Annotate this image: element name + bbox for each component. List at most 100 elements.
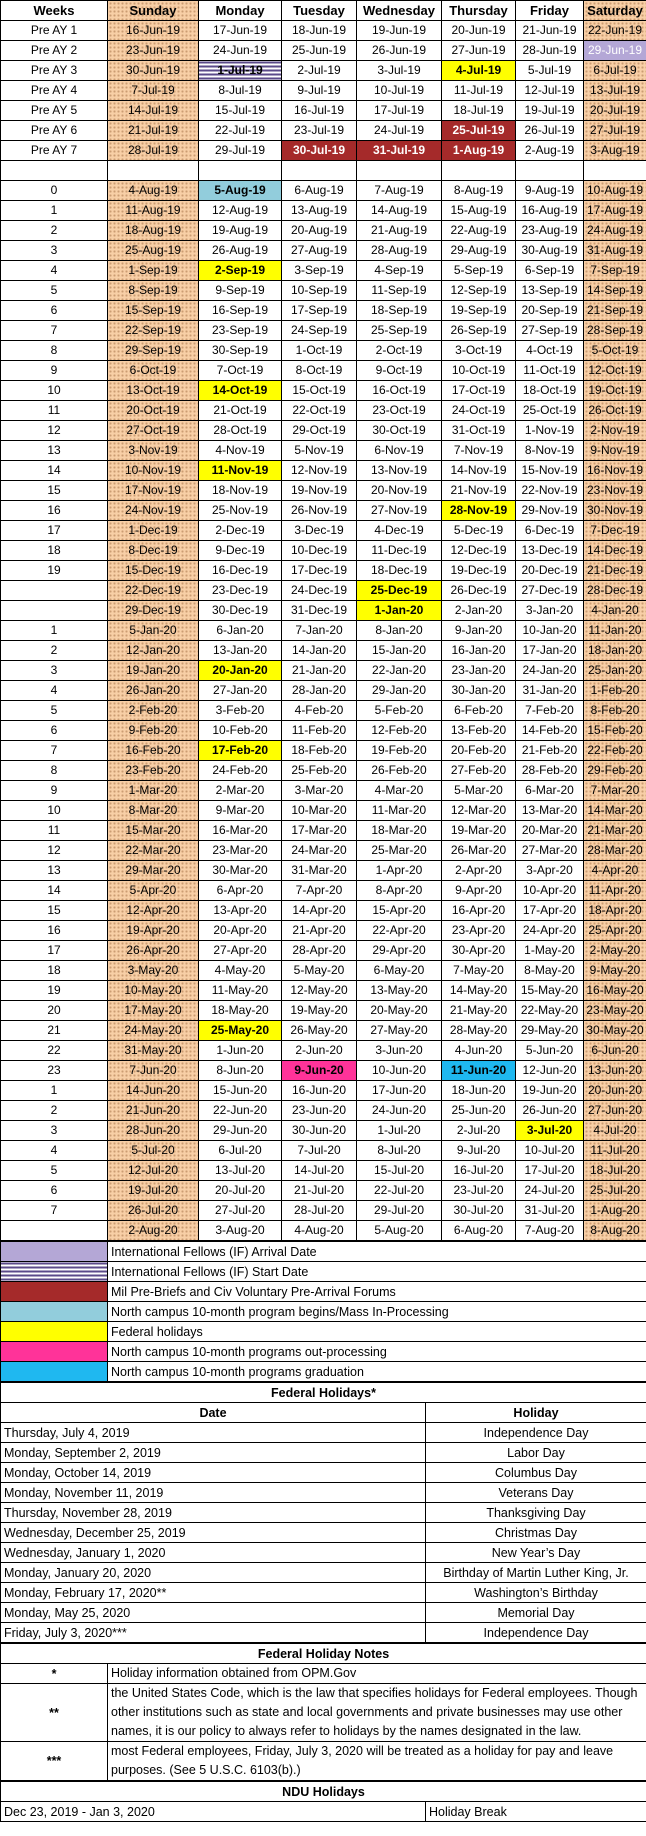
day-cell: 8-May-20 (515, 960, 584, 981)
day-cell: 13-Jan-20 (198, 640, 282, 661)
day-cell: 19-Nov-19 (281, 480, 357, 501)
day-cell: 25-Jul-19 (441, 120, 516, 141)
day-cell: 27-May-20 (356, 1020, 442, 1041)
day-cell: 1-Jun-20 (198, 1040, 282, 1061)
calendar-week-row: 20 17-May-20 18-May-20 19-May-20 20-May-20 21… (0, 1000, 646, 1021)
week-label: 21 (0, 1020, 108, 1041)
day-cell: 7-Apr-20 (281, 880, 357, 901)
calendar-week-row: 6 9-Feb-20 10-Feb-20 11-Feb-20 12-Feb-20 13-F… (0, 720, 646, 741)
academic-calendar-sheet: Weeks Sunday Monday Tuesday Wednesday Th… (0, 0, 646, 1822)
day-cell: 12-Jul-20 (107, 1160, 199, 1181)
day-cell: 13-Jun-20 (583, 1060, 646, 1081)
calendar-week-row: 2 12-Jan-20 13-Jan-20 14-Jan-20 15-Jan-20 16-… (0, 640, 646, 661)
week-label: 18 (0, 960, 108, 981)
day-cell: 7-Nov-19 (441, 440, 516, 461)
day-cell: 28-Jun-20 (107, 1120, 199, 1141)
calendar-week-row: 12 22-Mar-20 23-Mar-20 24-Mar-20 25-Mar-20 26… (0, 840, 646, 861)
note-marker: * (0, 1663, 108, 1684)
day-cell: 12-Dec-19 (441, 540, 516, 561)
day-cell: 24-Jul-20 (515, 1180, 584, 1201)
day-cell: 18-May-20 (198, 1000, 282, 1021)
day-cell: 18-Jul-20 (583, 1160, 646, 1181)
day-cell: 25-Jun-19 (281, 40, 357, 61)
calendar-week-row: 18 3-May-20 4-May-20 5-May-20 6-May-20 7-May-… (0, 960, 646, 981)
day-cell: 5-Jun-20 (515, 1040, 584, 1061)
holiday-name: Birthday of Martin Luther King, Jr. (425, 1562, 646, 1583)
day-cell: 28-Sep-19 (583, 320, 646, 341)
day-cell: 29-May-20 (515, 1020, 584, 1041)
day-cell: 23-Mar-20 (198, 840, 282, 861)
legend-row: International Fellows (IF) Arrival Date (0, 1241, 646, 1262)
calendar-week-row: 3 19-Jan-20 20-Jan-20 21-Jan-20 22-Jan-20 23-… (0, 660, 646, 681)
note-text: Holiday information obtained from OPM.Go… (106, 1663, 646, 1684)
day-cell: 29-Aug-19 (441, 240, 516, 261)
day-cell: 26-Dec-19 (441, 580, 516, 601)
federal-holiday-row: Monday, October 14, 2019 Columbus Day (0, 1462, 646, 1483)
day-cell: 13-Jul-20 (198, 1160, 282, 1181)
day-cell: 31-Jul-20 (515, 1200, 584, 1221)
day-cell: 10-Feb-20 (198, 720, 282, 741)
day-cell: 8-Aug-20 (583, 1220, 646, 1241)
week-label: 6 (0, 300, 108, 321)
federal-holidays-holiday-header: Holiday (425, 1402, 646, 1423)
day-cell: 21-Jul-19 (107, 120, 199, 141)
day-cell: 11-Jul-19 (441, 80, 516, 101)
day-cell: 4-Jun-20 (441, 1040, 516, 1061)
calendar-week-row: 8 23-Feb-20 24-Feb-20 25-Feb-20 26-Feb-20 27-… (0, 760, 646, 781)
day-cell: 31-Mar-20 (281, 860, 357, 881)
calendar-week-row: 5 12-Jul-20 13-Jul-20 14-Jul-20 15-Jul-20 16-… (0, 1160, 646, 1181)
day-cell: 20-Oct-19 (107, 400, 199, 421)
day-cell: 5-Jul-19 (515, 60, 584, 81)
legend-label: International Fellows (IF) Arrival Date (107, 1241, 646, 1262)
day-cell: 21-Jul-20 (281, 1180, 357, 1201)
day-cell: 1-Dec-19 (107, 520, 199, 541)
week-label: 11 (0, 820, 108, 841)
day-cell: 15-Apr-20 (356, 900, 442, 921)
holiday-date: Thursday, July 4, 2019 (0, 1422, 426, 1443)
day-cell: 7-Dec-19 (583, 520, 646, 541)
day-cell: 2-Mar-20 (198, 780, 282, 801)
day-cell: 25-May-20 (198, 1020, 282, 1041)
day-cell: 18-Oct-19 (515, 380, 584, 401)
day-cell: 13-Dec-19 (515, 540, 584, 561)
day-cell: 21-Jan-20 (281, 660, 357, 681)
day-cell: 26-Oct-19 (583, 400, 646, 421)
day-cell: 7-Sep-19 (583, 260, 646, 281)
federal-holiday-row: Monday, February 17, 2020** Washington’s … (0, 1582, 646, 1603)
calendar-week-row: 4 1-Sep-19 2-Sep-19 3-Sep-19 4-Sep-19 5-Sep-1… (0, 260, 646, 281)
day-cell: 30-Mar-20 (198, 860, 282, 881)
day-cell: 3-Dec-19 (281, 520, 357, 541)
day-cell: 24-Oct-19 (441, 400, 516, 421)
day-cell: 23-Feb-20 (107, 760, 199, 781)
day-cell: 21-Oct-19 (198, 400, 282, 421)
day-cell: 8-Dec-19 (107, 540, 199, 561)
federal-holiday-row: Thursday, July 4, 2019 Independence Day (0, 1422, 646, 1443)
federal-holiday-row: Monday, May 25, 2020 Memorial Day (0, 1602, 646, 1623)
day-cell: 27-Oct-19 (107, 420, 199, 441)
day-cell: 3-Oct-19 (441, 340, 516, 361)
day-cell: 14-Jun-20 (107, 1080, 199, 1101)
day-cell: 31-Dec-19 (281, 600, 357, 621)
week-label: 1 (0, 200, 108, 221)
day-cell: 8-Feb-20 (583, 700, 646, 721)
day-cell: 18-Jul-19 (441, 100, 516, 121)
day-cell: 7-Feb-20 (515, 700, 584, 721)
day-cell: 11-Apr-20 (583, 880, 646, 901)
week-label: Pre AY 3 (0, 60, 108, 81)
legend-row: North campus 10-month program begins/Mas… (0, 1301, 646, 1322)
week-label: 15 (0, 480, 108, 501)
day-cell: 16-Feb-20 (107, 740, 199, 761)
holiday-note-row: * Holiday information obtained from OPM.G… (0, 1663, 646, 1684)
day-cell: 5-Dec-19 (441, 520, 516, 541)
day-cell: 30-Jun-19 (107, 60, 199, 81)
week-label: 7 (0, 1200, 108, 1221)
day-cell: 26-Jul-20 (107, 1200, 199, 1221)
week-label: 15 (0, 900, 108, 921)
day-cell: 18-Feb-20 (281, 740, 357, 761)
day-cell: 12-Aug-19 (198, 200, 282, 221)
calendar-week-row: 13 29-Mar-20 30-Mar-20 31-Mar-20 1-Apr-20 2-A… (0, 860, 646, 881)
day-cell: 12-Feb-20 (356, 720, 442, 741)
day-cell: 14-Aug-19 (356, 200, 442, 221)
day-cell: 22-Nov-19 (515, 480, 584, 501)
federal-holiday-row: Wednesday, January 1, 2020 New Year’s Day (0, 1542, 646, 1563)
